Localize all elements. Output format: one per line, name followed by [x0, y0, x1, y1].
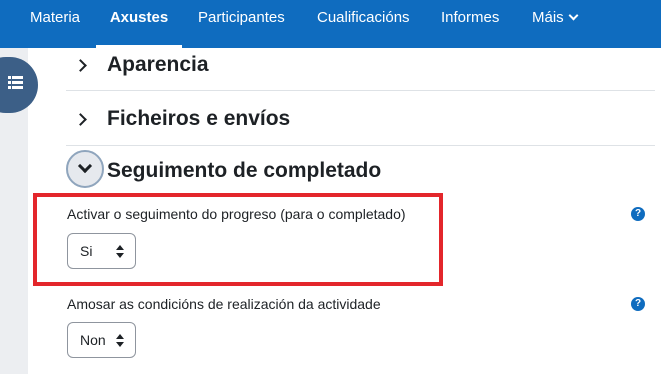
tab-mais[interactable]: Máis: [532, 0, 579, 48]
collapse-section-button[interactable]: [66, 150, 104, 188]
chevron-right-icon: [74, 113, 87, 126]
course-index-toggle-button[interactable]: [0, 57, 38, 113]
tab-materia[interactable]: Materia: [30, 0, 80, 48]
chevron-right-icon: [74, 59, 87, 72]
progress-tracking-value: Si: [80, 243, 93, 259]
question-circle-icon[interactable]: ?: [631, 207, 645, 221]
course-navbar: Materia Axustes Participantes Cualificac…: [0, 0, 661, 48]
tab-mais-label: Máis: [532, 9, 564, 26]
progress-tracking-select[interactable]: Si: [67, 233, 136, 269]
tab-axustes[interactable]: Axustes: [96, 0, 182, 48]
show-conditions-value: Non: [80, 332, 106, 348]
select-arrows-icon: [116, 245, 124, 259]
show-conditions-label: Amosar as condicións de realización da a…: [67, 296, 381, 312]
tab-cualificacions[interactable]: Cualificacións: [317, 0, 410, 48]
question-circle-icon[interactable]: ?: [631, 297, 645, 311]
section-title-aparencia: Aparencia: [107, 53, 209, 76]
section-ficheiros[interactable]: Ficheiros e envíos: [66, 90, 655, 145]
section-title-ficheiros: Ficheiros e envíos: [107, 107, 291, 130]
section-aparencia[interactable]: Aparencia: [66, 48, 655, 90]
chevron-down-icon: [77, 158, 93, 174]
tab-informes[interactable]: Informes: [441, 0, 499, 48]
tab-participantes[interactable]: Participantes: [198, 0, 285, 48]
section-title-seguimento: Seguimento de completado: [107, 159, 382, 182]
chevron-down-icon: [568, 10, 579, 21]
section-seguimento[interactable]: Seguimento de completado: [66, 145, 655, 197]
list-icon: [8, 76, 23, 90]
show-conditions-select[interactable]: Non: [67, 322, 136, 358]
select-arrows-icon: [116, 334, 124, 348]
progress-tracking-label: Activar o seguimento do progreso (para o…: [67, 206, 406, 222]
